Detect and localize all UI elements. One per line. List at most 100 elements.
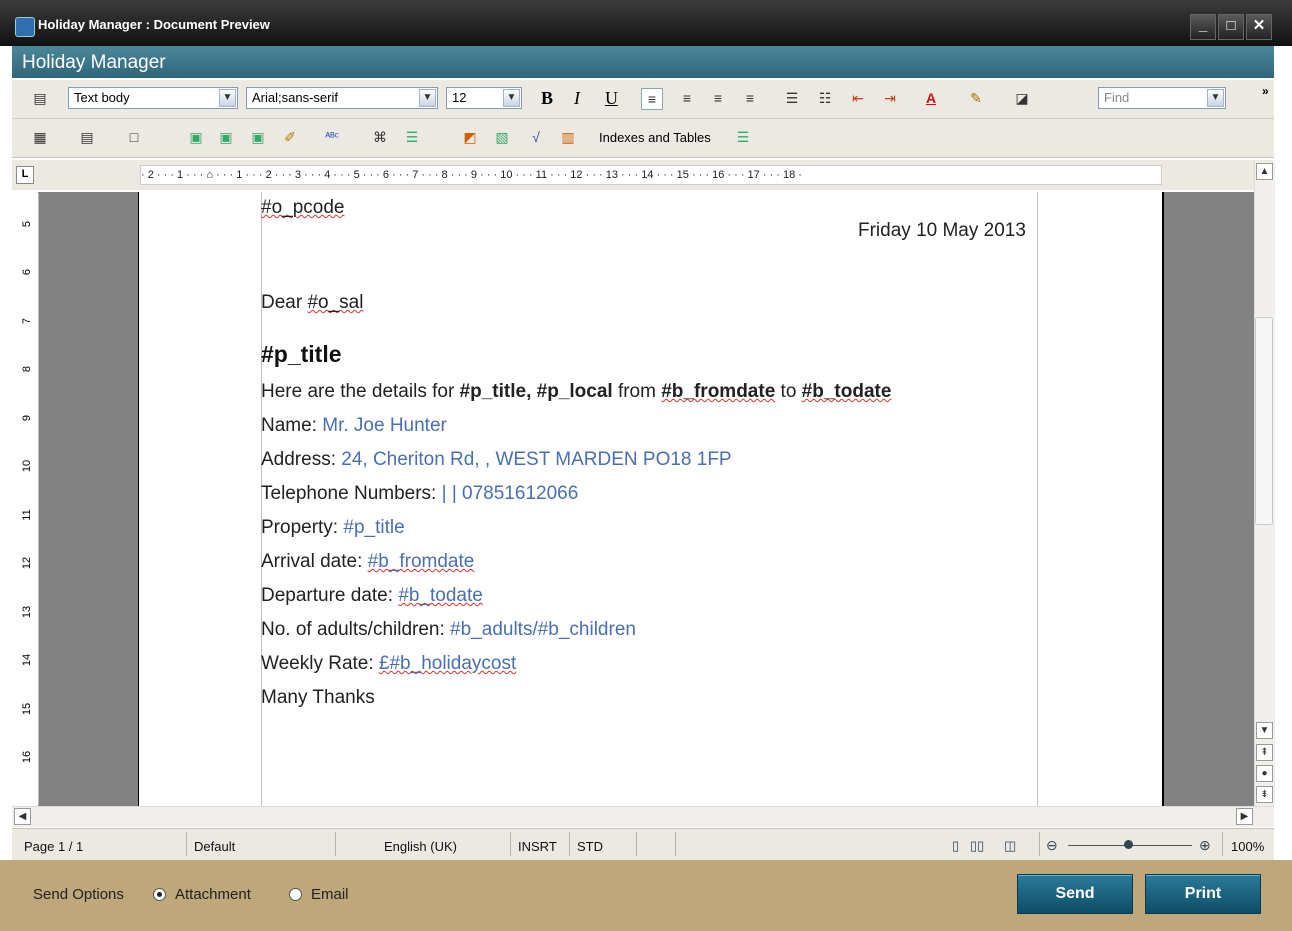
bullets-icon[interactable]: ☷	[815, 88, 835, 108]
highlight-icon[interactable]: ✎	[966, 88, 986, 108]
italic-button[interactable]: I	[574, 88, 580, 109]
field-row-property: Property: #p_title	[261, 517, 405, 539]
underline-button[interactable]: U	[605, 88, 618, 109]
app-name: Holiday Manager	[22, 52, 166, 73]
field-label: Address:	[261, 449, 342, 470]
field-row-rate: Weekly Rate: £#b_holidaycost	[261, 653, 516, 675]
vertical-ruler[interactable]: 5 6 7 8 9 10 11 12 13 14 15 16	[16, 193, 39, 805]
previous-page-icon[interactable]: ⇞	[1256, 744, 1273, 761]
paragraph-style-value: Text body	[74, 90, 130, 105]
field-value: £#b_holidaycost	[378, 653, 517, 674]
increase-indent-icon[interactable]: ⇥	[880, 88, 900, 108]
status-divider	[1222, 832, 1223, 856]
intro-property: #p_title, #p_local	[459, 381, 613, 402]
vruler-mark: 13	[21, 605, 33, 619]
document-heading: #p_title	[261, 341, 342, 367]
field-label: Weekly Rate:	[261, 653, 379, 674]
salutation-var: #o_sal	[307, 292, 364, 313]
insert-image-icon[interactable]: ▧	[492, 127, 512, 147]
book-view-icon[interactable]: ◫	[1004, 838, 1016, 854]
field-label: Arrival date:	[261, 551, 368, 572]
justify-icon[interactable]: ≡	[740, 88, 760, 108]
field-value: | | 07851612066	[441, 483, 579, 504]
vruler-mark: 5	[21, 220, 33, 228]
chevron-down-icon[interactable]: ▼	[219, 89, 236, 107]
chevron-down-icon[interactable]: ▼	[419, 89, 436, 107]
page-indicator[interactable]: Page 1 / 1	[24, 839, 83, 854]
decrease-indent-icon[interactable]: ⇤	[848, 88, 868, 108]
field-value: #b_todate	[398, 585, 483, 606]
close-button[interactable]: ✕	[1246, 14, 1272, 40]
navigation-icon[interactable]: ●	[1256, 765, 1273, 782]
paragraph-style-select[interactable]: Text body ▼	[68, 87, 238, 109]
chart-icon[interactable]: ▥	[558, 127, 578, 147]
field-row-address: Address: 24, Cheriton Rd, , WEST MARDEN …	[261, 449, 732, 471]
selection-mode[interactable]: STD	[577, 839, 603, 854]
single-page-view-icon[interactable]: ▯	[952, 838, 959, 854]
header-icon[interactable]: ▤	[77, 127, 97, 147]
index-icon[interactable]: ☰	[733, 127, 753, 147]
print-button[interactable]: Print	[1145, 874, 1261, 914]
chevron-down-icon[interactable]: ▼	[1207, 89, 1224, 107]
numbering-icon[interactable]: ☰	[782, 88, 802, 108]
font-name-select[interactable]: Arial;sans-serif ▼	[246, 87, 438, 109]
image-icon[interactable]: ▣	[186, 127, 206, 147]
letter-date: Friday 10 May 2013	[858, 220, 1026, 241]
zoom-slider-thumb[interactable]	[1124, 840, 1133, 849]
styles-list-icon[interactable]: ☰	[402, 127, 422, 147]
formula-icon[interactable]: √	[526, 127, 546, 147]
insert-mode[interactable]: INSRT	[518, 839, 557, 854]
intro-text: to	[775, 381, 802, 402]
background-color-icon[interactable]: ◪	[1012, 88, 1032, 108]
bold-button[interactable]: B	[541, 88, 553, 109]
indexes-tables-button[interactable]: Indexes and Tables	[599, 130, 711, 145]
next-page-icon[interactable]: ⇟	[1256, 786, 1273, 803]
attachment-label[interactable]: Attachment	[175, 886, 251, 903]
chevron-down-icon[interactable]: ▼	[503, 89, 520, 107]
zoom-level[interactable]: 100%	[1231, 839, 1264, 854]
table-icon[interactable]: ▦	[30, 127, 50, 147]
align-right-icon[interactable]: ≡	[708, 88, 728, 108]
salutation: Dear #o_sal	[261, 292, 363, 314]
email-label[interactable]: Email	[311, 886, 349, 903]
send-button[interactable]: Send	[1017, 874, 1133, 914]
font-size-select[interactable]: 12 ▼	[446, 87, 522, 109]
navigator-icon[interactable]: ⌘	[370, 127, 390, 147]
gallery-icon[interactable]: ▣	[216, 127, 236, 147]
toolbar-more-button[interactable]: »	[1262, 84, 1269, 98]
maximize-button[interactable]: □	[1218, 14, 1244, 40]
zoom-out-icon[interactable]: ⊖	[1046, 837, 1058, 854]
field-label: Property:	[261, 517, 344, 538]
postcode-field: #o_pcode	[261, 197, 344, 219]
align-left-icon[interactable]: ≡	[641, 88, 663, 110]
scroll-right-icon[interactable]: ▶	[1236, 808, 1253, 825]
page-style[interactable]: Default	[194, 839, 235, 854]
postcode-var: #o_pcode	[261, 197, 345, 218]
minimize-button[interactable]: _	[1190, 14, 1216, 40]
styles-icon[interactable]: ▤	[30, 88, 50, 108]
multi-page-view-icon[interactable]: ▯▯	[970, 838, 984, 854]
scroll-down-icon[interactable]: ▼	[1256, 722, 1273, 739]
fields-icon[interactable]: ▣	[248, 127, 268, 147]
language-indicator[interactable]: English (UK)	[384, 839, 457, 854]
frame-icon[interactable]: □	[124, 127, 144, 147]
attachment-radio[interactable]	[153, 888, 166, 901]
find-placeholder: Find	[1104, 90, 1130, 105]
email-radio[interactable]	[289, 888, 302, 901]
status-divider	[335, 832, 336, 856]
horizontal-scrollbar[interactable]	[12, 806, 1274, 827]
spellcheck-icon[interactable]: ᴬᴮᶜ	[322, 127, 342, 147]
find-input[interactable]: Find ▼	[1098, 87, 1226, 109]
draw-icon[interactable]: ◩	[460, 127, 480, 147]
align-center-icon[interactable]: ≡	[677, 88, 697, 108]
pin-icon[interactable]: ✐	[280, 127, 300, 147]
scroll-left-icon[interactable]: ◀	[14, 808, 31, 825]
horizontal-ruler[interactable]: · 2 · · · 1 · · · ⌂ · · · 1 · · · 2 · · …	[140, 165, 1162, 185]
zoom-in-icon[interactable]: ⊕	[1199, 837, 1211, 854]
field-value: Mr. Joe Hunter	[322, 415, 447, 436]
tab-stop-selector[interactable]: L	[16, 166, 34, 184]
scroll-up-icon[interactable]: ▲	[1256, 163, 1273, 180]
field-value: #p_title	[343, 517, 405, 538]
vertical-scroll-thumb[interactable]	[1255, 317, 1273, 525]
font-color-icon[interactable]: A	[921, 88, 941, 108]
